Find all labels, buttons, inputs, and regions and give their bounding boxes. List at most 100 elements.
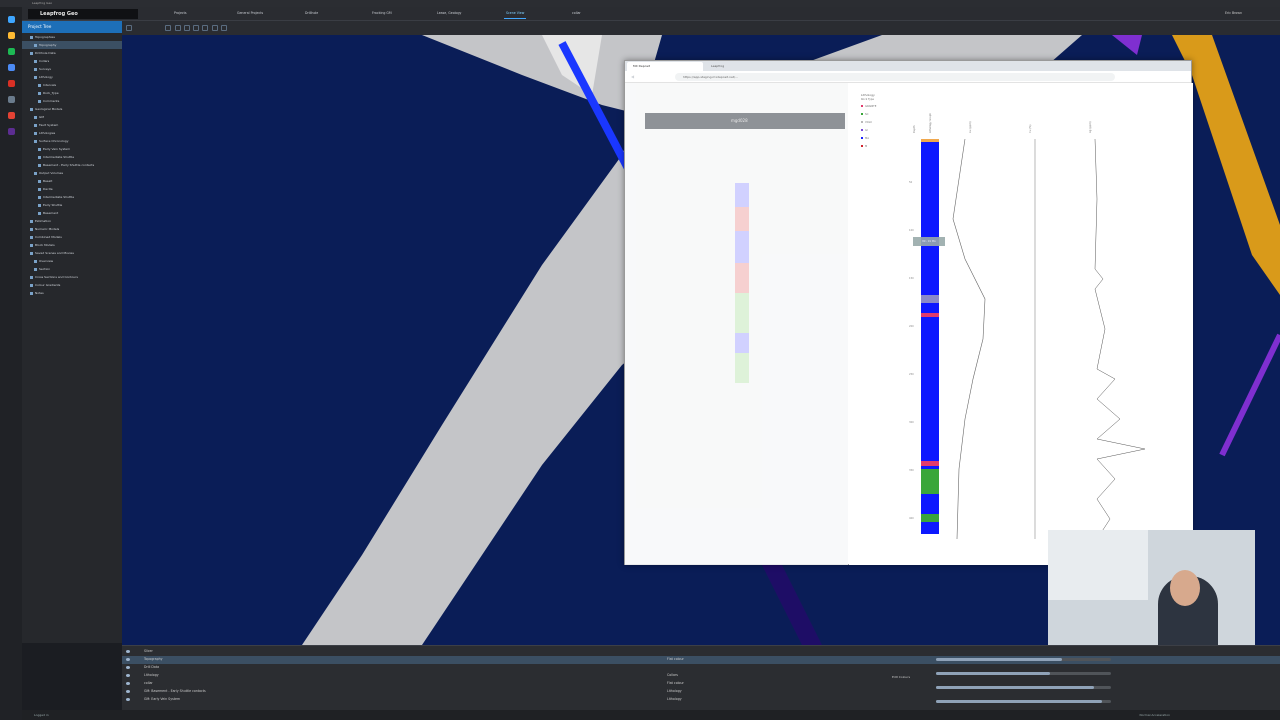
zoom-icon[interactable] bbox=[193, 25, 200, 31]
tree-item[interactable]: Early Vein System bbox=[22, 145, 122, 153]
tab-projects[interactable]: Projects bbox=[174, 11, 187, 15]
tab-general-projects[interactable]: General Projects bbox=[237, 11, 263, 15]
tree-item[interactable]: Fault System bbox=[22, 121, 122, 129]
tree-item[interactable]: Cross Sections and Contours bbox=[22, 273, 122, 281]
tree-item-label: Rock_Type bbox=[43, 91, 59, 95]
legend-entry: VOLC bbox=[861, 121, 872, 124]
tree-item[interactable]: Section bbox=[22, 265, 122, 273]
settings-icon[interactable] bbox=[7, 96, 15, 103]
shape-row-name: Slicer bbox=[144, 649, 153, 653]
tree-item[interactable]: Surveys bbox=[22, 65, 122, 73]
shape-row-style[interactable]: Lithology bbox=[667, 689, 682, 693]
shape-row[interactable]: Slicer bbox=[122, 648, 1280, 656]
tree-node-icon bbox=[38, 99, 41, 103]
visibility-eye-icon[interactable] bbox=[126, 666, 130, 669]
tree-item[interactable]: Comments bbox=[22, 97, 122, 105]
opacity-slider[interactable] bbox=[936, 672, 1111, 675]
visibility-eye-icon[interactable] bbox=[126, 650, 130, 653]
teams-icon[interactable] bbox=[7, 128, 15, 135]
tree-item[interactable]: Dacite bbox=[22, 185, 122, 193]
tree-item[interactable]: Intervals bbox=[22, 81, 122, 89]
tree-item[interactable]: Intermediate Shuttle bbox=[22, 153, 122, 161]
tree-item[interactable]: Estimation bbox=[22, 217, 122, 225]
tree-item[interactable]: Block Models bbox=[22, 241, 122, 249]
shape-row-style[interactable]: Collars bbox=[667, 673, 678, 677]
tree-item[interactable]: Basement - Early Shuttle contacts bbox=[22, 161, 122, 169]
browser-icon[interactable] bbox=[7, 64, 15, 71]
au-trace bbox=[952, 139, 986, 539]
hole-id-header[interactable]: mgd028 bbox=[645, 113, 845, 129]
tree-item[interactable]: Surface Chronology bbox=[22, 137, 122, 145]
tree-item[interactable]: Early Shuttle bbox=[22, 201, 122, 209]
tree-item[interactable]: Overview bbox=[22, 257, 122, 265]
draw-icon[interactable] bbox=[220, 25, 227, 31]
tab-fracking-gm[interactable]: Fracking GM bbox=[372, 11, 392, 15]
tree-item[interactable]: Topography bbox=[22, 41, 122, 49]
tree-item[interactable]: Colour Gradients bbox=[22, 281, 122, 289]
shape-row-style[interactable]: Lithology bbox=[667, 697, 682, 701]
depth-tick-label: 300 bbox=[909, 421, 914, 424]
tree-item[interactable]: Basalt bbox=[22, 177, 122, 185]
shape-row-style[interactable]: Flat colour bbox=[667, 657, 684, 661]
visibility-eye-icon[interactable] bbox=[126, 698, 130, 701]
tree-item[interactable]: Numeric Models bbox=[22, 225, 122, 233]
tree-item[interactable]: Topographies bbox=[22, 33, 122, 41]
measure-icon[interactable] bbox=[211, 25, 218, 31]
opacity-slider[interactable] bbox=[936, 700, 1111, 703]
tree-item[interactable]: Rock_Type bbox=[22, 89, 122, 97]
tree-node-icon bbox=[30, 35, 33, 39]
vein-surface-purple bbox=[1112, 35, 1142, 55]
pan-icon[interactable] bbox=[174, 25, 181, 31]
opacity-slider[interactable] bbox=[936, 686, 1111, 689]
app-icon[interactable] bbox=[7, 16, 15, 23]
visibility-eye-icon[interactable] bbox=[126, 682, 130, 685]
tree-item[interactable]: Combined Models bbox=[22, 233, 122, 241]
home-icon[interactable] bbox=[126, 25, 132, 31]
user-name[interactable]: Eric Brown bbox=[1225, 11, 1242, 15]
visibility-eye-icon[interactable] bbox=[126, 658, 130, 661]
folder-icon[interactable] bbox=[7, 32, 15, 39]
browser-window[interactable]: MX Deposit Leapfrog ◀ https://app.stagin… bbox=[624, 60, 1193, 565]
slice-icon[interactable] bbox=[202, 25, 209, 31]
edit-colours-button[interactable]: Edit Colours bbox=[892, 675, 910, 679]
acrobat-icon[interactable] bbox=[7, 112, 15, 119]
tree-item[interactable]: Intermediate Shuttle bbox=[22, 193, 122, 201]
shape-row[interactable]: Drill Data bbox=[122, 664, 1280, 672]
status-bar: Logged in Normal Acceleration bbox=[22, 710, 1280, 720]
shape-row-style[interactable]: Flat colour bbox=[667, 681, 684, 685]
tab-drillhole[interactable]: Drillhole bbox=[305, 11, 318, 15]
tree-item[interactable]: Collars bbox=[22, 57, 122, 65]
shape-row-name: GM: Early Vein System bbox=[144, 697, 181, 701]
tree-item[interactable]: Output Volumes bbox=[22, 169, 122, 177]
url-field[interactable]: https://app.staging.mxdeposit.net/... bbox=[675, 73, 1115, 81]
tree-item[interactable]: Lithology bbox=[22, 73, 122, 81]
pdf-icon[interactable] bbox=[7, 80, 15, 87]
tree-item-label: Drillhole Data bbox=[35, 51, 56, 55]
tree-item[interactable]: Basement bbox=[22, 209, 122, 217]
select-icon[interactable] bbox=[165, 25, 172, 31]
tree-item[interactable]: Drillhole Data bbox=[22, 49, 122, 57]
visibility-eye-icon[interactable] bbox=[126, 690, 130, 693]
tab-collar[interactable]: collar bbox=[572, 11, 581, 15]
browser-tab-mx-deposit[interactable]: MX Deposit bbox=[627, 62, 703, 71]
window-title: Leapfrog Geo bbox=[32, 1, 53, 5]
spotify-icon[interactable] bbox=[7, 48, 15, 55]
tree-item[interactable]: GM bbox=[22, 113, 122, 121]
tree-item[interactable]: Saved Scenes and Movies bbox=[22, 249, 122, 257]
tree-item[interactable]: Lithologies bbox=[22, 129, 122, 137]
opacity-slider[interactable] bbox=[936, 658, 1111, 661]
shape-row[interactable]: GM: Basement - Early Shuttle contacts Lit… bbox=[122, 688, 1280, 696]
tab-lease-geology[interactable]: Lease, Geology bbox=[437, 11, 461, 15]
tree-item[interactable]: Notes bbox=[22, 289, 122, 297]
browser-tab-leapfrog[interactable]: Leapfrog bbox=[705, 62, 785, 71]
lithology-column[interactable] bbox=[921, 139, 939, 534]
tab-scene-view[interactable]: Scene View bbox=[503, 11, 527, 19]
rotate-icon[interactable] bbox=[183, 25, 190, 31]
visibility-eye-icon[interactable] bbox=[126, 674, 130, 677]
legend-label: M bbox=[865, 145, 868, 148]
tree-node-icon bbox=[34, 139, 37, 143]
back-icon[interactable]: ◀ bbox=[631, 74, 636, 79]
app-logo[interactable]: Leapfrog Geo bbox=[28, 9, 138, 19]
tree-item[interactable]: Geological Models bbox=[22, 105, 122, 113]
tree-item-label: GM bbox=[39, 115, 44, 119]
